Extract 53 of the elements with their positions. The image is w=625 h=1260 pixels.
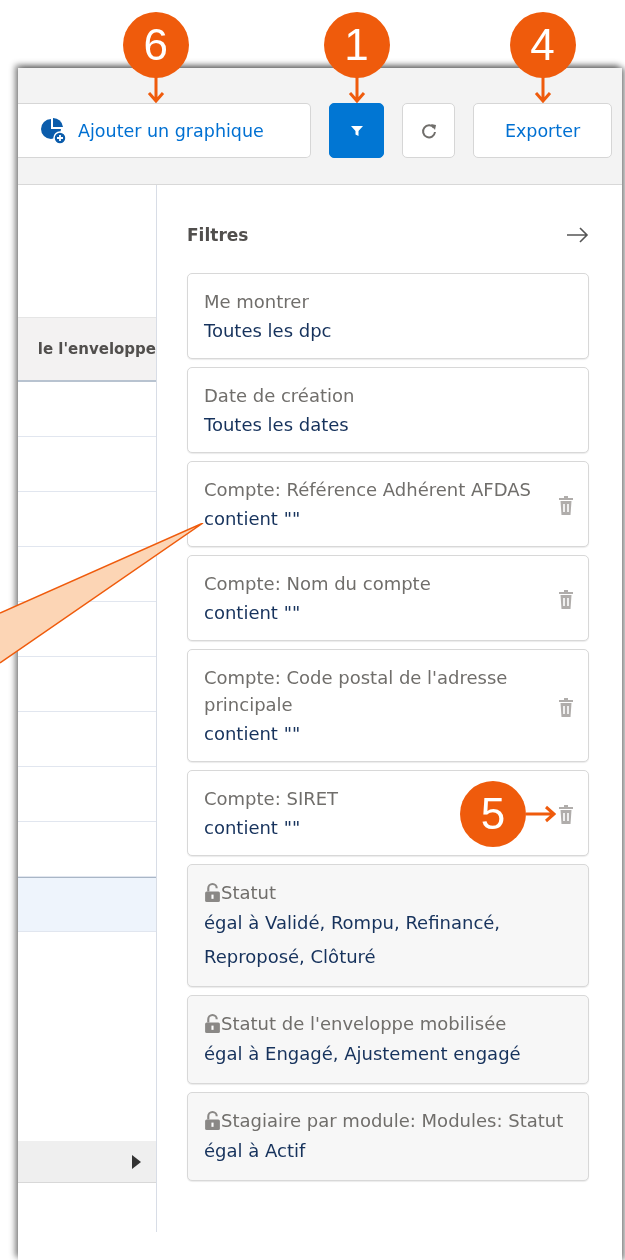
filter-card[interactable]: Compte: Nom du compte contient "" xyxy=(187,555,589,641)
filter-card[interactable]: Compte: Référence Adhérent AFDAS contient "" xyxy=(187,461,589,547)
filter-card[interactable]: Stagiaire par module: Modules: Statut égal à Actif xyxy=(187,1092,589,1181)
export-button[interactable]: Exporter xyxy=(473,103,612,158)
refresh-button[interactable] xyxy=(402,103,455,158)
callout-arrow xyxy=(526,804,556,824)
panel-title: Filtres xyxy=(187,225,249,245)
scroll-right-icon[interactable] xyxy=(131,1154,141,1169)
filter-label: Me montrer xyxy=(204,290,310,314)
filter-label: Compte: Code postal de l'adresse principale xyxy=(204,666,509,717)
callout-arrow xyxy=(532,77,553,103)
filter-card[interactable]: Compte: Code postal de l'adresse principale contient "" xyxy=(187,649,589,762)
filter-card[interactable]: Compte: SIRET contient "" 5 xyxy=(187,770,589,856)
trash-icon[interactable] xyxy=(558,589,574,609)
filter-value: Toutes les dpc xyxy=(204,319,332,343)
lock-icon xyxy=(204,1111,221,1130)
add-chart-button[interactable]: Ajouter un graphique xyxy=(18,103,311,158)
table-row[interactable] xyxy=(18,877,156,932)
arrow-right-icon[interactable] xyxy=(567,227,589,243)
step-badge: 5 xyxy=(460,781,526,847)
filter-value: contient "" xyxy=(204,722,302,746)
lock-icon xyxy=(204,1014,221,1033)
chart-add-icon xyxy=(40,117,66,144)
callout-arrow xyxy=(346,77,367,103)
trash-icon[interactable] xyxy=(558,696,574,717)
filter-button[interactable] xyxy=(329,103,384,158)
filter-value: égal à Engagé, Ajustement engagé xyxy=(204,1042,521,1066)
filter-card[interactable]: Statut égal à Validé, Rompu, Refinancé, Reproposé, Clôturé xyxy=(187,864,589,987)
trash-icon[interactable] xyxy=(558,495,574,515)
filter-label: Statut de l'enveloppe mobilisée xyxy=(204,1010,521,1037)
trash-icon[interactable] xyxy=(558,804,574,824)
filter-value: contient "" xyxy=(204,507,302,531)
filter-card[interactable]: Statut de l'enveloppe mobilisée égal à Engagé, Ajustement engagé xyxy=(187,995,589,1084)
filter-label: Compte: SIRET xyxy=(204,787,339,811)
column-header[interactable]: le l'enveloppe xyxy=(18,317,156,382)
filter-value: Toutes les dates xyxy=(204,413,350,437)
filter-card[interactable]: Me montrer Toutes les dpc xyxy=(187,273,589,359)
filter-label: Date de création xyxy=(204,384,355,408)
lock-icon xyxy=(204,883,221,902)
callout-arrow xyxy=(145,77,166,103)
step-badge: 6 xyxy=(122,12,189,78)
step-badge: 1 xyxy=(323,12,390,78)
filter-value: égal à Actif xyxy=(204,1139,307,1163)
filter-value: égal à Validé, Rompu, Refinancé, Reproposé, Clôturé xyxy=(204,911,502,969)
filter-label: Compte: Référence Adhérent AFDAS xyxy=(204,478,531,502)
filter-label: Statut xyxy=(204,879,566,906)
filter-value: contient "" xyxy=(204,601,302,625)
filter-card[interactable]: Date de création Toutes les dates xyxy=(187,367,589,453)
horizontal-scrollbar[interactable] xyxy=(18,1141,156,1183)
step-badge: 4 xyxy=(509,12,576,78)
filter-label: Stagiaire par module: Modules: Statut xyxy=(204,1107,564,1134)
filter-label: Compte: Nom du compte xyxy=(204,572,431,596)
filter-value: contient "" xyxy=(204,816,302,840)
